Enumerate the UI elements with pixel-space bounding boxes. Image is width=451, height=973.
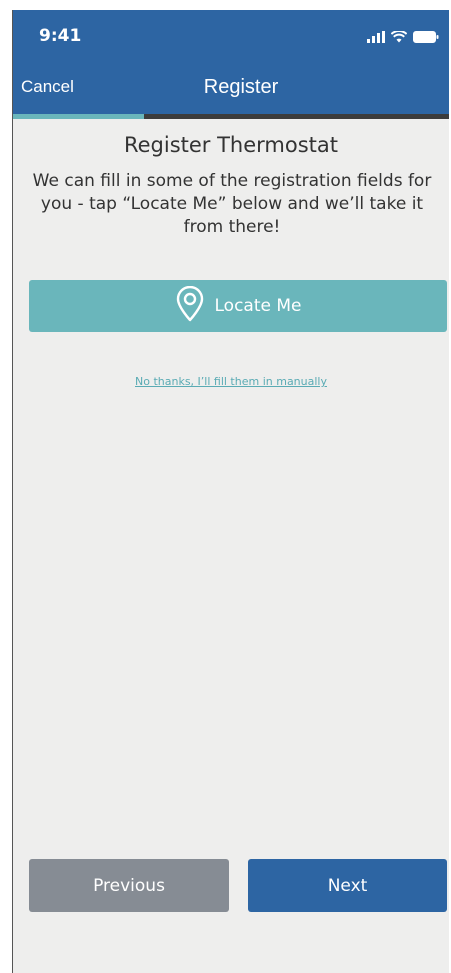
section-title: Register Thermostat xyxy=(123,133,339,157)
status-time: 9:41 xyxy=(39,26,82,46)
app-screen: 9:41 Cancel Register Register Thermostat… xyxy=(12,10,449,973)
progress-fill xyxy=(13,114,144,119)
wifi-icon xyxy=(390,28,408,47)
locate-me-button[interactable]: Locate Me xyxy=(29,280,447,332)
progress-bar xyxy=(13,114,449,119)
location-pin-icon xyxy=(175,285,205,326)
status-icons xyxy=(367,28,439,47)
locate-me-label: Locate Me xyxy=(214,296,302,316)
next-button[interactable]: Next xyxy=(248,859,447,912)
signal-bars-icon xyxy=(367,28,385,47)
fill-manually-link[interactable]: No thanks, I’ll fill them in manually xyxy=(13,375,449,388)
battery-icon xyxy=(413,28,439,47)
phone-frame: 9:41 Cancel Register Register Thermostat… xyxy=(0,0,451,973)
page-title-nav: Register xyxy=(203,76,279,98)
section-description: We can fill in some of the registration … xyxy=(32,171,432,237)
app-header: 9:41 Cancel Register xyxy=(13,10,449,115)
previous-button[interactable]: Previous xyxy=(29,859,229,912)
status-bar: 9:41 xyxy=(13,10,449,62)
